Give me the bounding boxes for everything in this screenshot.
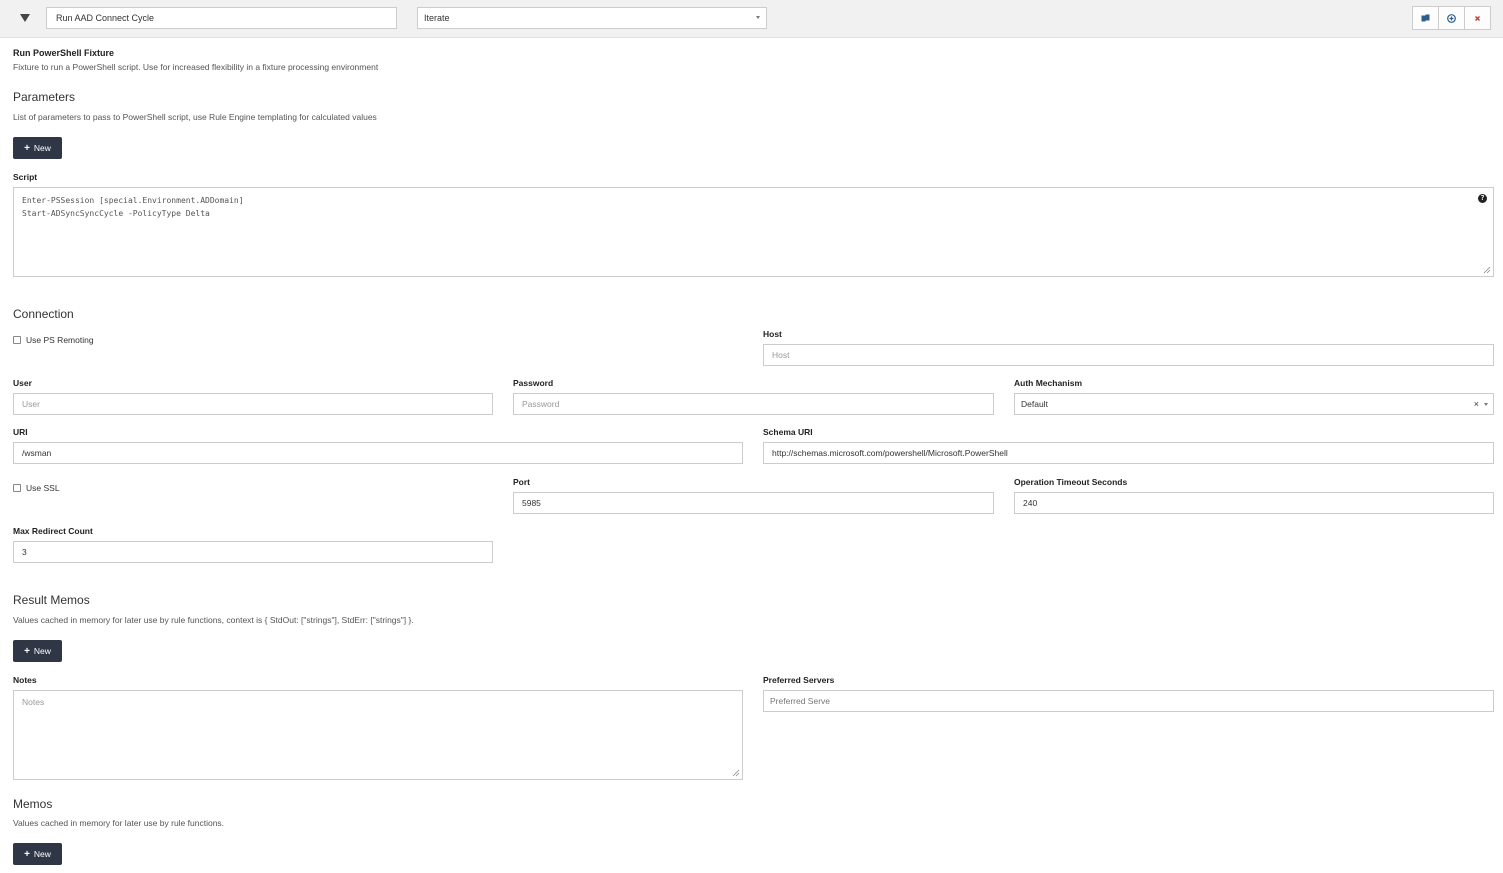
parameters-new-button[interactable]: + New xyxy=(13,137,62,159)
parameters-heading: Parameters xyxy=(13,90,76,104)
result-memos-help: Values cached in memory for later use by… xyxy=(13,615,414,625)
script-label: Script xyxy=(13,172,38,182)
auth-mechanism-value: Default xyxy=(1021,399,1048,409)
operation-timeout-label: Operation Timeout Seconds xyxy=(1014,477,1128,487)
script-editor[interactable]: Enter-PSSession [special.Environment.ADD… xyxy=(13,187,1494,277)
result-memos-new-button[interactable]: + New xyxy=(13,640,62,662)
script-line: Enter-PSSession [special.Environment.ADD… xyxy=(22,196,244,205)
resize-grip-icon[interactable] xyxy=(732,769,740,777)
use-ps-remoting-checkbox[interactable] xyxy=(13,336,21,344)
preferred-servers-label: Preferred Servers xyxy=(763,675,835,685)
plus-icon: + xyxy=(24,645,30,657)
user-input[interactable]: User xyxy=(13,393,493,415)
memos-new-button[interactable]: + New xyxy=(13,843,62,865)
use-ssl-option[interactable]: Use SSL xyxy=(13,483,60,493)
chevron-down-icon xyxy=(1484,403,1488,406)
uri-input[interactable]: /wsman xyxy=(13,442,743,464)
host-label: Host xyxy=(763,329,782,339)
use-ps-remoting-option[interactable]: Use PS Remoting xyxy=(13,335,94,345)
parameters-new-label: New xyxy=(33,143,51,153)
clear-icon[interactable]: × xyxy=(1474,399,1479,409)
auth-mechanism-label: Auth Mechanism xyxy=(1014,378,1083,388)
mode-select-value: Iterate xyxy=(424,13,450,23)
user-label: User xyxy=(13,378,32,388)
plus-icon: + xyxy=(24,848,30,860)
chevron-down-icon xyxy=(756,16,760,19)
resize-grip-icon[interactable] xyxy=(1483,266,1491,274)
memos-new-label: New xyxy=(33,849,51,859)
max-redirect-input[interactable]: 3 xyxy=(13,541,493,563)
port-label: Port xyxy=(513,477,530,487)
fixture-header-bar: Run AAD Connect Cycle Iterate xyxy=(0,0,1503,38)
fixture-name-input[interactable]: Run AAD Connect Cycle xyxy=(46,7,397,29)
copy-button[interactable] xyxy=(1412,6,1439,30)
result-memos-heading: Result Memos xyxy=(13,593,90,607)
notes-textarea[interactable]: Notes xyxy=(13,690,743,780)
help-icon[interactable]: ? xyxy=(1478,194,1487,203)
auth-mechanism-select[interactable]: Default × xyxy=(1014,393,1494,415)
header-actions xyxy=(1412,6,1491,30)
schema-uri-input[interactable]: http://schemas.microsoft.com/powershell/… xyxy=(763,442,1494,464)
script-line: Start-ADSyncSyncCycle -PolicyType Delta xyxy=(22,209,210,218)
preferred-servers-input[interactable]: Preferred Serve xyxy=(763,690,1494,712)
password-input[interactable]: Password xyxy=(513,393,994,415)
port-input[interactable]: 5985 xyxy=(513,492,994,514)
memos-help: Values cached in memory for later use by… xyxy=(13,818,225,828)
caret-down-icon xyxy=(20,14,30,22)
plus-icon: + xyxy=(24,142,30,154)
result-memos-new-label: New xyxy=(33,646,51,656)
memos-heading: Memos xyxy=(13,797,53,811)
use-ps-remoting-label: Use PS Remoting xyxy=(26,335,94,345)
operation-timeout-input[interactable]: 240 xyxy=(1014,492,1494,514)
password-label: Password xyxy=(513,378,554,388)
collapse-toggle-button[interactable] xyxy=(16,9,34,27)
parameters-help: List of parameters to pass to PowerShell… xyxy=(13,112,377,122)
add-button[interactable] xyxy=(1438,6,1465,30)
notes-placeholder: Notes xyxy=(22,697,45,707)
copy-icon xyxy=(1421,14,1430,21)
fixture-description: Fixture to run a PowerShell script. Use … xyxy=(13,62,379,72)
uri-label: URI xyxy=(13,427,28,437)
schema-uri-label: Schema URI xyxy=(763,427,813,437)
notes-label: Notes xyxy=(13,675,37,685)
use-ssl-checkbox[interactable] xyxy=(13,484,21,492)
use-ssl-label: Use SSL xyxy=(26,483,60,493)
remove-button[interactable] xyxy=(1464,6,1491,30)
max-redirect-label: Max Redirect Count xyxy=(13,526,93,536)
fixture-title: Run PowerShell Fixture xyxy=(13,48,115,58)
host-input[interactable]: Host xyxy=(763,344,1494,366)
close-icon xyxy=(1475,15,1480,21)
connection-heading: Connection xyxy=(13,307,74,321)
mode-select[interactable]: Iterate xyxy=(417,7,767,29)
add-circle-icon xyxy=(1447,13,1456,23)
